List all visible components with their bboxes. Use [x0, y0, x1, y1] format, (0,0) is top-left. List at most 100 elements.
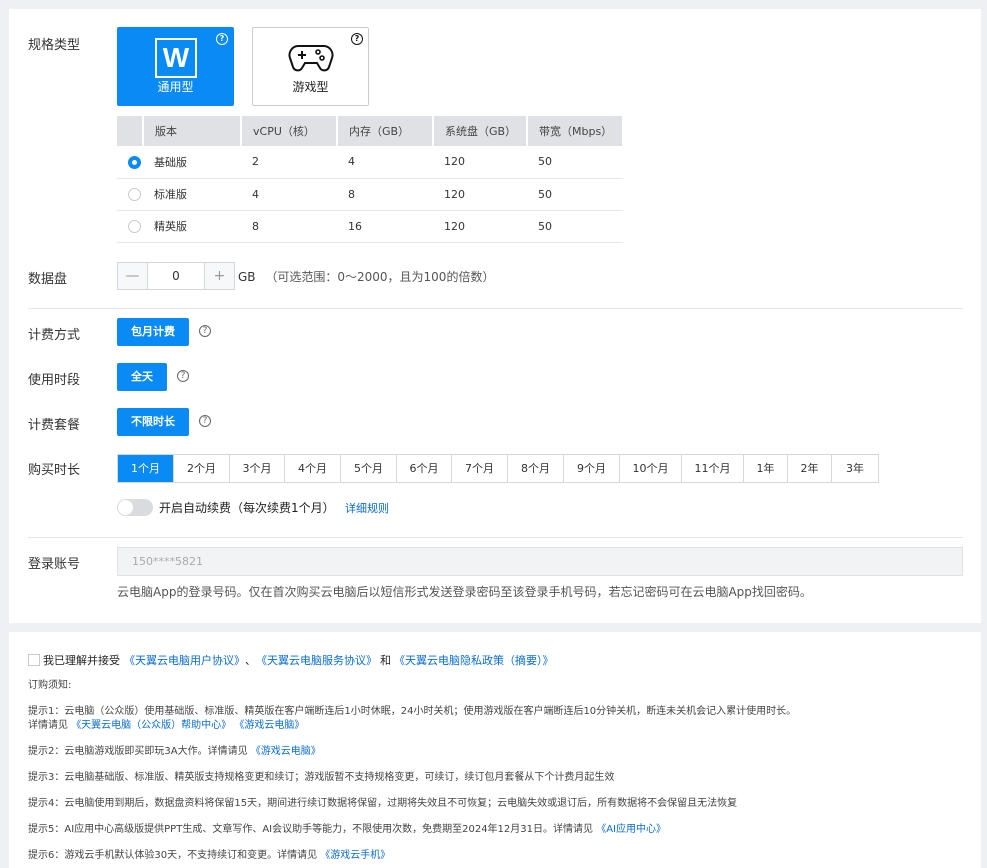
agreement-prefix: 我已理解并接受	[43, 654, 120, 667]
duration-option[interactable]: 7个月	[452, 455, 508, 482]
table-cell: 50	[527, 146, 623, 179]
tip-text: 提示4：云电脑使用到期后，数据盘资料将保留15天，期间进行续订数据将保留，过期将…	[28, 798, 738, 809]
duration-option[interactable]: 6个月	[397, 455, 452, 482]
spec-type-label: 规格类型	[28, 38, 81, 53]
divider	[28, 308, 963, 309]
game-pc-link[interactable]: 《游戏云电脑》	[251, 746, 321, 757]
auto-renew-toggle[interactable]	[117, 499, 153, 516]
data-disk-label: 数据盘	[28, 272, 68, 287]
spec-type-name: 通用型	[157, 80, 194, 94]
tip-text: 提示2：云电脑游戏版即买即玩3A大作。详情请见	[28, 746, 248, 757]
data-disk-unit: GB （可选范围：0～2000，且为100的倍数）	[238, 268, 494, 285]
spec-type-game-card[interactable]: ? 游戏型	[252, 27, 369, 106]
radio-selected[interactable]	[128, 155, 141, 169]
col-header-memory: 内存（GB）	[337, 116, 434, 146]
table-row[interactable]: 标准版 4 8 120 50	[117, 178, 623, 211]
increment-button[interactable]: +	[205, 263, 234, 289]
table-cell: 8	[337, 178, 433, 211]
table-cell: 50	[527, 210, 623, 243]
agreement-row: 我已理解并接受 《天翼云电脑用户协议》 、 《天翼云电脑服务协议》 和 《天翼云…	[28, 652, 554, 668]
duration-option[interactable]: 3年	[832, 455, 878, 482]
table-cell: 4	[337, 146, 433, 179]
duration-option[interactable]: 1年	[744, 455, 788, 482]
game-phone-link[interactable]: 《游戏云手机》	[320, 850, 390, 861]
toggle-knob	[118, 500, 133, 515]
help-icon[interactable]: ?	[216, 33, 228, 45]
radio-unselected[interactable]	[128, 187, 141, 201]
col-header-select	[117, 116, 144, 146]
tip-text: 提示1：云电脑（公众版）使用基础版、标准版、精英版在客户端断连后1小时休眠，24…	[28, 706, 797, 717]
duration-option[interactable]: 1个月	[118, 455, 174, 482]
login-account-note: 云电脑App的登录号码。仅在首次购买云电脑后以短信形式发送登录密码至该登录手机号…	[117, 585, 812, 599]
help-center-link[interactable]: 《天翼云电脑（公众版）帮助中心》	[71, 720, 231, 731]
purchase-duration-label: 购买时长	[28, 463, 81, 478]
agreement-separator: 、	[245, 654, 256, 667]
help-icon[interactable]: ?	[199, 325, 211, 337]
billing-package-label: 计费套餐	[28, 418, 81, 433]
table-cell: 50	[527, 178, 623, 211]
spec-type-general-card[interactable]: ? W 通用型	[117, 27, 234, 106]
duration-option[interactable]: 9个月	[564, 455, 620, 482]
col-header-bandwidth: 带宽（Mbps）	[527, 116, 624, 146]
decrement-button[interactable]: —	[118, 263, 147, 289]
login-account-field: 150****5821	[117, 547, 963, 576]
usage-fullday-button[interactable]: 全天	[117, 363, 167, 391]
table-cell: 120	[433, 178, 527, 211]
auto-renew-rules-link[interactable]: 详细规则	[345, 500, 389, 516]
usage-period-label: 使用时段	[28, 373, 81, 388]
tip-text: 提示5：AI应用中心高级版提供PPT生成、文章写作、AI会议助手等能力，不限使用…	[28, 824, 594, 835]
table-cell: 标准版	[143, 178, 241, 211]
spec-type-name: 游戏型	[292, 80, 329, 94]
table-cell: 16	[337, 210, 433, 243]
tip-text: 详情请见	[28, 720, 68, 731]
duration-option[interactable]: 2年	[788, 455, 832, 482]
duration-option[interactable]: 2个月	[174, 455, 230, 482]
table-cell: 精英版	[143, 210, 241, 243]
order-notes: 订购须知: 提示1：云电脑（公众版）使用基础版、标准版、精英版在客户端断连后1小…	[28, 679, 796, 868]
duration-option[interactable]: 10个月	[620, 455, 682, 482]
auto-renew-text: 开启自动续费（每次续费1个月）	[159, 501, 335, 515]
help-icon[interactable]: ?	[177, 370, 189, 382]
col-header-edition: 版本	[143, 116, 242, 146]
agreement-checkbox[interactable]	[28, 654, 40, 666]
duration-option[interactable]: 11个月	[682, 455, 744, 482]
order-config-panel: 规格类型 ? W 通用型 ? 游戏型 版本 vCPU（核） 内存（GB） 系统盘…	[9, 9, 981, 623]
table-row[interactable]: 基础版 2 4 120 50	[117, 146, 623, 179]
table-cell: 120	[433, 210, 527, 243]
billing-method-label: 计费方式	[28, 328, 81, 343]
notes-title: 订购须知:	[28, 680, 72, 691]
terms-panel: 我已理解并接受 《天翼云电脑用户协议》 、 《天翼云电脑服务协议》 和 《天翼云…	[9, 632, 981, 868]
radio-unselected[interactable]	[128, 219, 141, 233]
data-disk-input[interactable]: 0	[147, 263, 205, 289]
game-pc-link[interactable]: 《游戏云电脑》	[234, 720, 304, 731]
table-row[interactable]: 精英版 8 16 120 50	[117, 210, 623, 243]
spec-table-header: 版本 vCPU（核） 内存（GB） 系统盘（GB） 带宽（Mbps）	[117, 116, 624, 146]
duration-option[interactable]: 4个月	[285, 455, 341, 482]
duration-option[interactable]: 3个月	[230, 455, 285, 482]
billing-monthly-button[interactable]: 包月计费	[117, 318, 189, 346]
tip-text: 提示6：游戏云手机默认体验30天，不支持续订和变更。详情请见	[28, 850, 318, 861]
table-cell: 基础版	[143, 146, 241, 179]
table-cell: 2	[241, 146, 337, 179]
package-unlimited-button[interactable]: 不限时长	[117, 408, 189, 436]
table-cell: 120	[433, 146, 527, 179]
table-cell: 4	[241, 178, 337, 211]
duration-selector: 1个月 2个月 3个月 4个月 5个月 6个月 7个月 8个月 9个月 10个月…	[117, 454, 879, 483]
login-account-label: 登录账号	[28, 557, 81, 572]
duration-option[interactable]: 5个月	[341, 455, 397, 482]
disk-range-hint: （可选范围：0～2000，且为100的倍数）	[265, 270, 495, 284]
help-icon[interactable]: ?	[351, 33, 363, 45]
help-icon[interactable]: ?	[199, 415, 211, 427]
col-header-vcpu: vCPU（核）	[241, 116, 338, 146]
ai-center-link[interactable]: 《AI应用中心》	[596, 824, 666, 835]
privacy-policy-link[interactable]: 《天翼云电脑隐私政策（摘要）》	[394, 652, 554, 668]
agreement-and: 和	[380, 654, 391, 667]
duration-option[interactable]: 8个月	[508, 455, 564, 482]
data-disk-stepper: — 0 +	[117, 262, 235, 290]
service-agreement-link[interactable]: 《天翼云电脑服务协议》	[256, 652, 377, 668]
user-agreement-link[interactable]: 《天翼云电脑用户协议》	[124, 652, 245, 668]
table-cell: 8	[241, 210, 337, 243]
disk-unit-text: GB	[238, 270, 256, 284]
spec-table: 版本 vCPU（核） 内存（GB） 系统盘（GB） 带宽（Mbps） 基础版 2…	[117, 116, 624, 243]
col-header-system-disk: 系统盘（GB）	[433, 116, 528, 146]
